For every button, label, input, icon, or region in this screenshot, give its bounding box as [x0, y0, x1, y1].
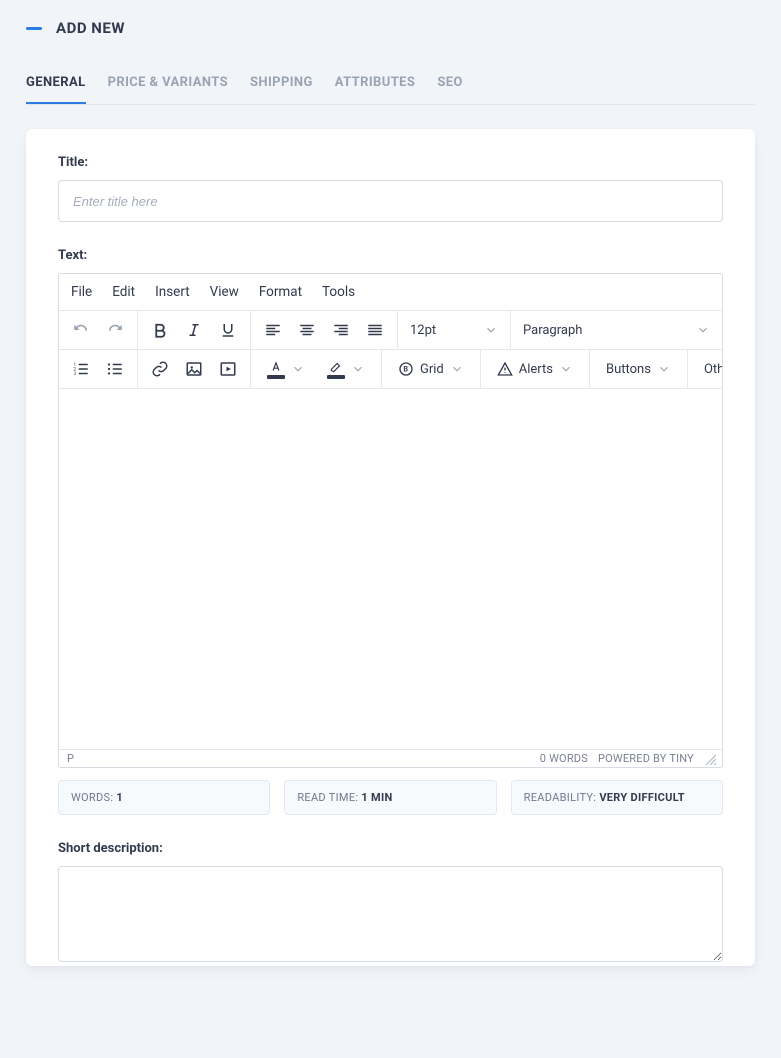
chevron-down-icon: [657, 362, 671, 376]
buttons-dropdown[interactable]: Buttons: [596, 354, 681, 384]
page-header: ADD NEW: [26, 19, 755, 37]
grid-dropdown[interactable]: B Grid: [388, 354, 474, 384]
italic-icon: [185, 321, 203, 339]
tab-attributes[interactable]: ATTRIBUTES: [335, 75, 416, 104]
stat-readability-value: VERY DIFFICULT: [599, 791, 685, 804]
rich-text-editor: File Edit Insert View Format Tools: [58, 273, 723, 768]
ordered-list-icon: 123: [72, 360, 90, 378]
font-size-select[interactable]: 12pt: [398, 311, 510, 349]
editor-content-area[interactable]: [59, 389, 722, 749]
content-stats: WORDS: 1 READ TIME: 1 MIN READABILITY: V…: [58, 780, 723, 815]
stat-words-label: WORDS:: [71, 791, 116, 804]
stat-readability-label: READABILITY:: [524, 791, 600, 804]
chevron-down-icon: [559, 362, 573, 376]
other-label: Other: [704, 362, 723, 377]
media-button[interactable]: [212, 354, 244, 384]
title-field-label: Title:: [58, 155, 723, 170]
stat-readability: READABILITY: VERY DIFFICULT: [511, 780, 723, 815]
link-icon: [151, 360, 169, 378]
text-field-label: Text:: [58, 248, 723, 263]
chevron-down-icon: [450, 362, 464, 376]
tab-price-variants[interactable]: PRICE & VARIANTS: [108, 75, 228, 104]
stat-readtime-label: READ TIME:: [297, 791, 361, 804]
align-left-icon: [264, 321, 282, 339]
menu-insert[interactable]: Insert: [155, 284, 190, 300]
title-input[interactable]: [58, 180, 723, 222]
redo-icon: [106, 321, 124, 339]
other-dropdown[interactable]: Other: [694, 354, 723, 384]
underline-button[interactable]: [212, 315, 244, 345]
tabs: GENERAL PRICE & VARIANTS SHIPPING ATTRIB…: [26, 75, 755, 105]
short-description-label: Short description:: [58, 841, 723, 856]
alerts-label: Alerts: [519, 362, 553, 377]
align-left-button[interactable]: [257, 315, 289, 345]
align-right-button[interactable]: [325, 315, 357, 345]
align-center-icon: [298, 321, 316, 339]
chevron-down-icon: [291, 362, 305, 376]
play-box-icon: [219, 360, 237, 378]
tab-seo[interactable]: SEO: [437, 75, 462, 104]
tab-general[interactable]: GENERAL: [26, 75, 86, 104]
stat-words: WORDS: 1: [58, 780, 270, 815]
alerts-dropdown[interactable]: Alerts: [487, 354, 583, 384]
stat-readtime: READ TIME: 1 MIN: [284, 780, 496, 815]
alert-triangle-icon: [497, 361, 513, 377]
editor-element-path[interactable]: P: [67, 752, 74, 765]
align-center-button[interactable]: [291, 315, 323, 345]
general-panel: Title: Text: File Edit Insert View Forma…: [26, 129, 755, 966]
redo-button[interactable]: [99, 315, 131, 345]
image-icon: [185, 360, 203, 378]
grid-label: Grid: [420, 362, 444, 377]
block-format-value: Paragraph: [523, 323, 582, 338]
editor-statusbar: P 0 WORDS POWERED BY TINY: [59, 749, 722, 767]
short-description-input[interactable]: [58, 866, 723, 962]
undo-icon: [72, 321, 90, 339]
menu-format[interactable]: Format: [259, 284, 302, 300]
chevron-down-icon: [696, 323, 710, 337]
editor-branding[interactable]: POWERED BY TINY: [598, 752, 694, 765]
menu-file[interactable]: File: [71, 284, 92, 300]
text-color-button[interactable]: [257, 354, 315, 384]
text-color-icon: [269, 360, 283, 374]
align-justify-icon: [366, 321, 384, 339]
chevron-down-icon: [484, 323, 498, 337]
buttons-label: Buttons: [606, 362, 651, 377]
highlight-icon: [329, 360, 343, 374]
align-justify-button[interactable]: [359, 315, 391, 345]
editor-word-count[interactable]: 0 WORDS: [540, 752, 588, 765]
highlight-color-button[interactable]: [317, 354, 375, 384]
svg-text:3: 3: [74, 371, 77, 377]
editor-toolbar-row-1: 12pt Paragraph: [59, 311, 722, 350]
block-format-select[interactable]: Paragraph: [511, 311, 722, 349]
svg-text:B: B: [403, 365, 408, 374]
menu-tools[interactable]: Tools: [322, 284, 355, 300]
unordered-list-icon: [106, 360, 124, 378]
bold-icon: [151, 321, 169, 339]
numbered-list-button[interactable]: 123: [65, 354, 97, 384]
font-size-value: 12pt: [410, 323, 436, 338]
italic-button[interactable]: [178, 315, 210, 345]
grid-bootstrap-icon: B: [398, 361, 414, 377]
align-right-icon: [332, 321, 350, 339]
menu-edit[interactable]: Edit: [112, 284, 135, 300]
tab-shipping[interactable]: SHIPPING: [250, 75, 313, 104]
underline-icon: [219, 321, 237, 339]
editor-toolbar-row-2: 123: [59, 350, 722, 389]
image-button[interactable]: [178, 354, 210, 384]
bold-button[interactable]: [144, 315, 176, 345]
bullet-list-button[interactable]: [99, 354, 131, 384]
link-button[interactable]: [144, 354, 176, 384]
resize-handle-icon[interactable]: [704, 753, 716, 765]
undo-button[interactable]: [65, 315, 97, 345]
chevron-down-icon: [351, 362, 365, 376]
stat-readtime-value: 1 MIN: [361, 791, 392, 804]
page-title: ADD NEW: [56, 19, 125, 37]
accent-dash-icon: [26, 27, 42, 30]
editor-menubar: File Edit Insert View Format Tools: [59, 274, 722, 311]
menu-view[interactable]: View: [210, 284, 239, 300]
stat-words-value: 1: [116, 791, 123, 804]
